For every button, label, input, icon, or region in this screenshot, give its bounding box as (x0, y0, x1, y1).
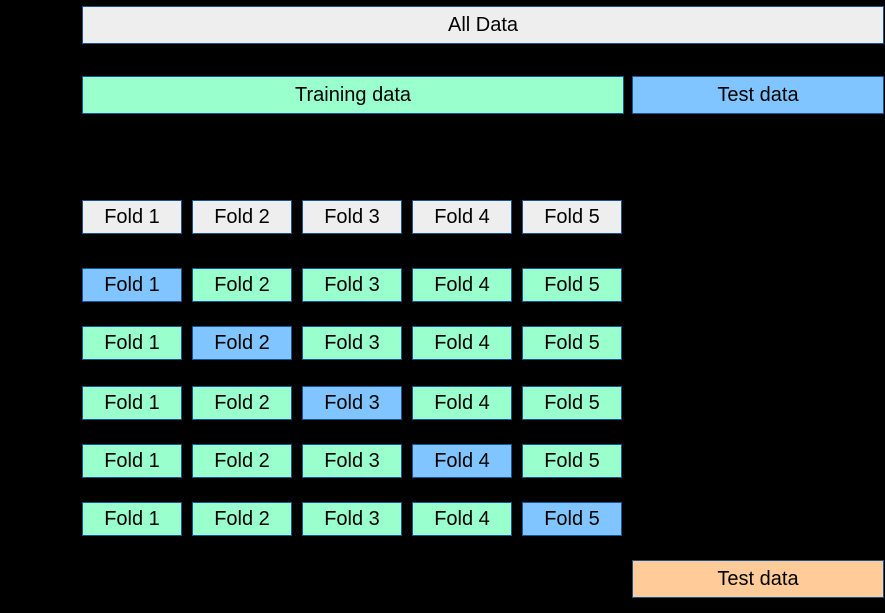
fold-cell: Fold 4 (412, 200, 512, 234)
fold-cell: Fold 2 (192, 444, 292, 478)
fold-cell: Fold 5 (522, 200, 622, 234)
fold-cell: Fold 3 (302, 200, 402, 234)
fold-cell: Fold 3 (302, 502, 402, 536)
fold-cell: Fold 4 (412, 268, 512, 302)
fold-cell: Fold 3 (302, 326, 402, 360)
fold-cell: Fold 1 (82, 268, 182, 302)
fold-cell: Fold 1 (82, 386, 182, 420)
fold-cell: Fold 1 (82, 502, 182, 536)
fold-cell: Fold 5 (522, 502, 622, 536)
fold-cell: Fold 1 (82, 200, 182, 234)
fold-cell: Fold 2 (192, 326, 292, 360)
fold-cell: Fold 5 (522, 444, 622, 478)
fold-cell: Fold 4 (412, 326, 512, 360)
fold-cell: Fold 3 (302, 268, 402, 302)
fold-cell: Fold 1 (82, 444, 182, 478)
fold-cell: Fold 4 (412, 386, 512, 420)
fold-cell: Fold 3 (302, 386, 402, 420)
test-data-top-box: Test data (632, 76, 884, 114)
fold-cell: Fold 1 (82, 326, 182, 360)
fold-cell: Fold 2 (192, 502, 292, 536)
fold-cell: Fold 5 (522, 268, 622, 302)
fold-cell: Fold 2 (192, 200, 292, 234)
test-data-bottom-box: Test data (632, 560, 884, 598)
fold-cell: Fold 2 (192, 386, 292, 420)
fold-cell: Fold 4 (412, 444, 512, 478)
fold-cell: Fold 2 (192, 268, 292, 302)
fold-cell: Fold 3 (302, 444, 402, 478)
fold-cell: Fold 4 (412, 502, 512, 536)
all-data-box: All Data (82, 6, 884, 44)
fold-cell: Fold 5 (522, 386, 622, 420)
fold-cell: Fold 5 (522, 326, 622, 360)
training-data-box: Training data (82, 76, 624, 114)
